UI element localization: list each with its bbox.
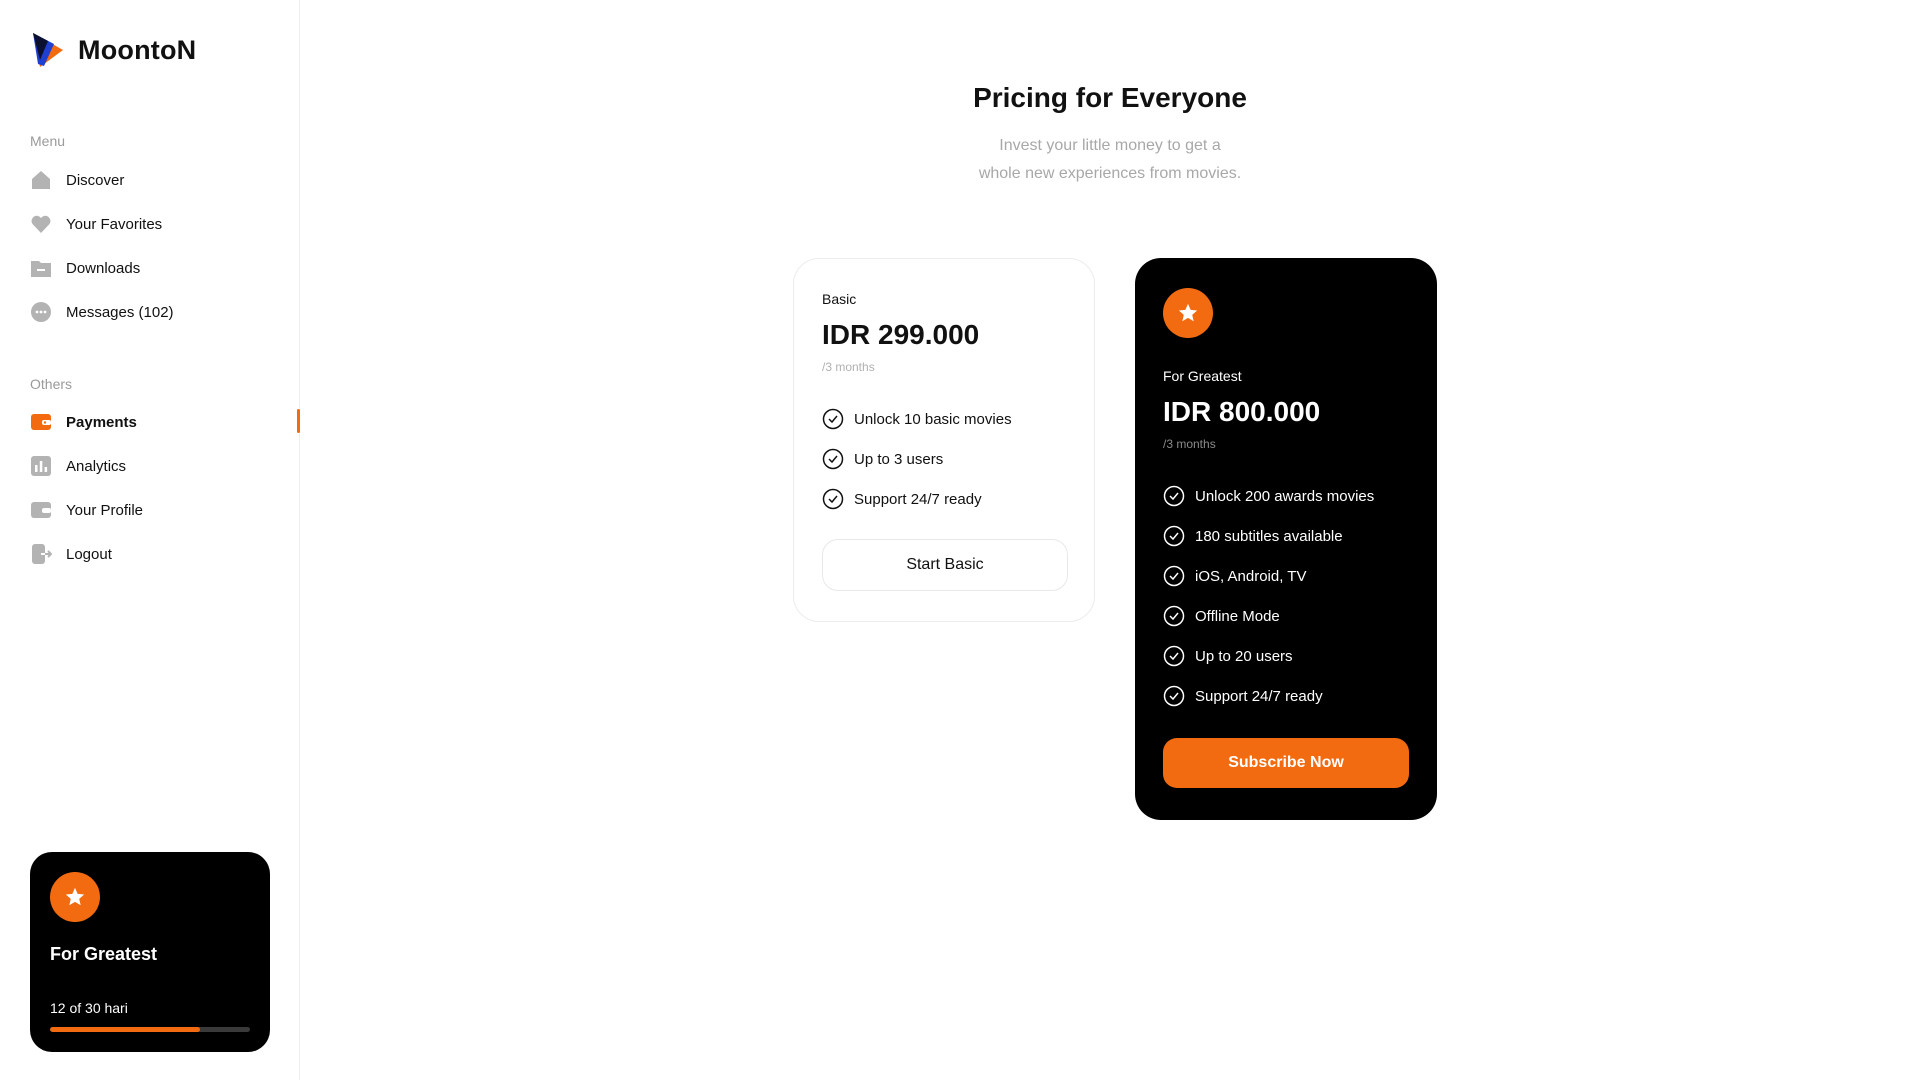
feature-item: 180 subtitles available [1163, 524, 1374, 548]
feature-list: Unlock 10 basic movies Up to 3 users Sup… [822, 407, 1012, 527]
chat-icon [30, 301, 52, 323]
plan-promo-card[interactable]: For Greatest 12 of 30 hari [30, 852, 270, 1052]
check-circle-icon [1163, 485, 1185, 507]
feature-label: Offline Mode [1195, 607, 1280, 625]
heart-icon [30, 213, 52, 235]
sidebar-item-label: Logout [66, 545, 112, 563]
plan-name: Basic [822, 291, 857, 307]
sidebar-item-label: Payments [66, 413, 137, 431]
feature-label: Support 24/7 ready [854, 490, 982, 508]
check-circle-icon [822, 448, 844, 470]
home-icon [30, 169, 52, 191]
check-circle-icon [822, 408, 844, 430]
feature-label: Up to 3 users [854, 450, 944, 468]
check-circle-icon [1163, 645, 1185, 667]
check-circle-icon [1163, 605, 1185, 627]
sidebar-item-label: Messages (102) [66, 303, 174, 321]
wallet-icon [30, 411, 52, 433]
feature-item: iOS, Android, TV [1163, 564, 1374, 588]
check-circle-icon [1163, 525, 1185, 547]
premium-plan-card: For Greatest IDR 800.000 /3 months Unloc… [1135, 258, 1437, 820]
basic-plan-card: Basic IDR 299.000 /3 months Unlock 10 ba… [793, 258, 1095, 622]
feature-item: Unlock 10 basic movies [822, 407, 1012, 431]
subscribe-now-button[interactable]: Subscribe Now [1163, 738, 1409, 788]
start-basic-button[interactable]: Start Basic [822, 539, 1068, 591]
menu-section-label: Menu [30, 133, 66, 149]
folder-icon [30, 257, 52, 279]
feature-label: Unlock 10 basic movies [854, 410, 1012, 428]
plan-price: IDR 800.000 [1163, 396, 1321, 427]
star-badge [1163, 288, 1213, 338]
profile-card-icon [30, 499, 52, 521]
sidebar-item-logout[interactable]: Logout [30, 541, 112, 567]
star-icon [1178, 303, 1198, 322]
play-logo-icon [33, 33, 63, 67]
subtitle-line: whole new experiences from movies. [978, 165, 1242, 182]
feature-label: Up to 20 users [1195, 647, 1293, 665]
feature-item: Support 24/7 ready [822, 487, 1012, 511]
sidebar-item-downloads[interactable]: Downloads [30, 255, 140, 281]
progress-bar [50, 1027, 250, 1032]
progress-fill [50, 1027, 200, 1032]
feature-label: Support 24/7 ready [1195, 687, 1323, 705]
feature-item: Support 24/7 ready [1163, 684, 1374, 708]
page-title: Pricing for Everyone [973, 82, 1247, 113]
sidebar-item-label: Your Favorites [66, 215, 163, 233]
active-indicator [297, 409, 300, 433]
feature-item: Up to 3 users [822, 447, 1012, 471]
check-circle-icon [1163, 685, 1185, 707]
promo-title: For Greatest [50, 944, 158, 964]
sidebar-item-label: Analytics [66, 457, 127, 475]
sidebar-item-label: Discover [66, 171, 125, 189]
logout-icon [30, 543, 52, 565]
plan-price: IDR 299.000 [822, 319, 980, 350]
feature-item: Unlock 200 awards movies [1163, 484, 1374, 508]
sidebar: MoontoN Menu Discover Your Favorites Dow… [0, 0, 300, 1080]
plan-period: /3 months [822, 360, 875, 374]
chart-icon [30, 455, 52, 477]
star-icon [65, 887, 85, 906]
brand-logo[interactable]: MoontoN [30, 30, 196, 70]
feature-label: 180 subtitles available [1195, 527, 1343, 545]
sidebar-item-payments[interactable]: Payments [30, 409, 137, 435]
page-subtitle: Invest your little money to get a whole … [300, 132, 1920, 188]
check-circle-icon [822, 488, 844, 510]
sidebar-item-profile[interactable]: Your Profile [30, 497, 143, 523]
subtitle-line: Invest your little money to get a [999, 137, 1221, 154]
brand-name: MoontoN [78, 34, 197, 65]
plan-period: /3 months [1163, 437, 1216, 451]
check-circle-icon [1163, 565, 1185, 587]
plan-name: For Greatest [1163, 368, 1242, 384]
star-badge [50, 872, 100, 922]
feature-item: Up to 20 users [1163, 644, 1374, 668]
sidebar-item-label: Downloads [66, 259, 141, 277]
feature-label: Unlock 200 awards movies [1195, 487, 1375, 505]
sidebar-item-messages[interactable]: Messages (102) [30, 299, 174, 325]
feature-label: iOS, Android, TV [1195, 567, 1307, 585]
sidebar-item-label: Your Profile [66, 501, 143, 519]
sidebar-item-discover[interactable]: Discover [30, 167, 124, 193]
feature-list: Unlock 200 awards movies 180 subtitles a… [1163, 484, 1374, 724]
others-section-label: Others [30, 376, 73, 392]
feature-item: Offline Mode [1163, 604, 1374, 628]
promo-progress-text: 12 of 30 hari [50, 1000, 128, 1016]
sidebar-item-favorites[interactable]: Your Favorites [30, 211, 162, 237]
sidebar-item-analytics[interactable]: Analytics [30, 453, 126, 479]
